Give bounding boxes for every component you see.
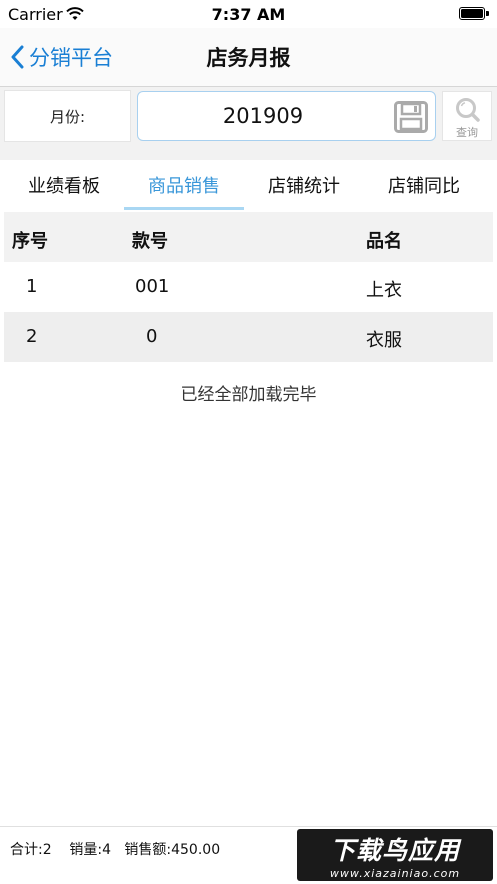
- column-header-index: 序号: [12, 231, 48, 252]
- tab-product-sales[interactable]: 商品销售: [124, 160, 244, 210]
- month-filter: 月份: 201909 查询: [0, 87, 497, 144]
- all-loaded-message: 已经全部加载完毕: [180, 385, 317, 405]
- tab-label: 店铺统计: [268, 176, 340, 197]
- tab-label: 业绩看板: [28, 176, 100, 197]
- month-value: 201909: [222, 104, 304, 128]
- chevron-left-icon: [11, 45, 24, 69]
- cell-product-name: 衣服: [366, 330, 402, 351]
- active-tab-indicator: [124, 207, 244, 210]
- month-label: 月份:: [4, 90, 131, 142]
- tab-label: 商品销售: [148, 176, 220, 197]
- summary-footer: 合计:2 销量:4 销售额:450.00 下载鸟应用 www.xiazainia…: [0, 826, 497, 884]
- table-row[interactable]: 2 0 衣服: [4, 312, 493, 362]
- column-header-style-no: 款号: [132, 231, 168, 252]
- section-spacer: [0, 144, 497, 160]
- watermark-title: 下载鸟应用: [329, 835, 460, 865]
- navigation-bar: 分销平台 店务月报: [0, 28, 497, 87]
- tab-label: 店铺同比: [388, 176, 460, 197]
- cell-index: 1: [26, 276, 38, 297]
- cell-product-name: 上衣: [366, 280, 402, 301]
- month-picker[interactable]: 201909: [137, 91, 436, 141]
- clock: 7:37 AM: [211, 5, 286, 24]
- search-button-label: 查询: [456, 126, 478, 139]
- tab-store-yoy[interactable]: 店铺同比: [364, 160, 484, 210]
- tab-store-statistics[interactable]: 店铺统计: [244, 160, 364, 210]
- battery-icon: [459, 7, 489, 20]
- tab-bar: 业绩看板 商品销售 店铺统计 店铺同比: [4, 160, 493, 210]
- column-header-product-name: 品名: [366, 231, 402, 252]
- watermark-url: www.xiazainiao.com: [329, 866, 461, 880]
- back-button[interactable]: 分销平台: [10, 40, 113, 74]
- tab-performance-board[interactable]: 业绩看板: [4, 160, 124, 210]
- summary-text: 合计:2 销量:4 销售额:450.00: [10, 842, 221, 858]
- cell-style-no: 0: [146, 326, 158, 347]
- watermark-logo: 下载鸟应用 www.xiazainiao.com: [297, 829, 493, 881]
- save-icon[interactable]: [394, 101, 428, 133]
- search-icon: [456, 98, 480, 122]
- cell-index: 2: [26, 326, 38, 347]
- table-row[interactable]: 1 001 上衣: [4, 262, 493, 312]
- cell-style-no: 001: [135, 276, 170, 297]
- status-bar: Carrier 7:37 AM: [0, 0, 497, 28]
- back-button-label: 分销平台: [29, 46, 113, 70]
- search-button[interactable]: 查询: [442, 91, 492, 141]
- table-header: 序号 款号 品名: [4, 212, 493, 262]
